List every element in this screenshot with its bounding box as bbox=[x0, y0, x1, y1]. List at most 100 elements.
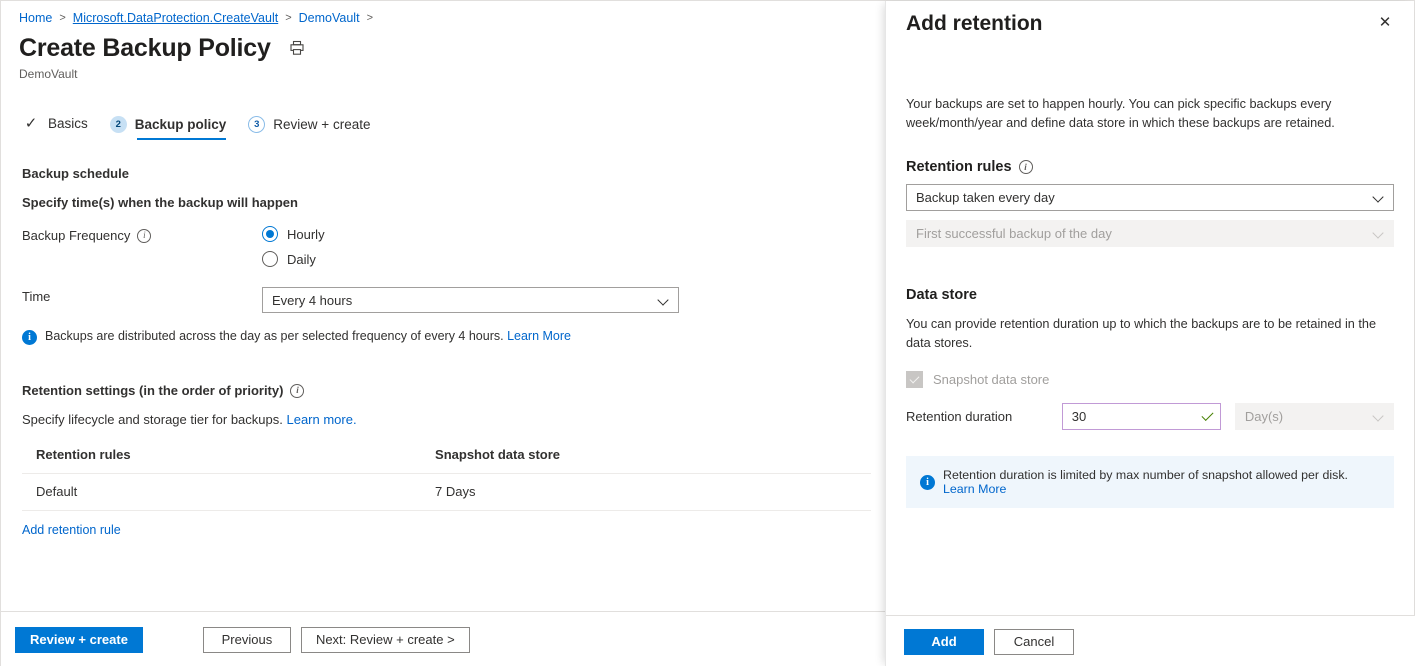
breadcrumb-separator: > bbox=[367, 12, 373, 24]
panel-title: Add retention bbox=[906, 9, 1043, 39]
retention-description-text: Specify lifecycle and storage tier for b… bbox=[22, 412, 283, 427]
page-title: Create Backup Policy bbox=[19, 33, 271, 63]
radio-hourly-label: Hourly bbox=[287, 227, 325, 242]
add-button[interactable]: Add bbox=[904, 629, 984, 655]
blade-footer: Review + create Previous Next: Review + … bbox=[1, 611, 886, 666]
check-icon: ✓ bbox=[21, 113, 41, 133]
retention-settings-heading-group: Retention settings (in the order of prio… bbox=[22, 383, 868, 398]
retention-duration-info-banner: i Retention duration is limited by max n… bbox=[906, 456, 1394, 508]
breadcrumb: Home > Microsoft.DataProtection.CreateVa… bbox=[1, 1, 886, 27]
create-backup-policy-blade: Home > Microsoft.DataProtection.CreateVa… bbox=[1, 1, 886, 666]
note-text: Backups are distributed across the day a… bbox=[45, 329, 504, 343]
info-icon[interactable]: i bbox=[1019, 160, 1033, 174]
breadcrumb-item-demovault[interactable]: DemoVault bbox=[299, 11, 360, 25]
panel-footer: Add Cancel bbox=[886, 615, 1415, 666]
snapshot-data-store-checkbox-row: Snapshot data store bbox=[906, 371, 1394, 388]
time-dropdown[interactable]: Every 4 hours bbox=[262, 287, 679, 313]
breadcrumb-item-home[interactable]: Home bbox=[19, 11, 52, 25]
cancel-button[interactable]: Cancel bbox=[994, 629, 1074, 655]
retention-duration-info-text: Retention duration is limited by max num… bbox=[943, 468, 1380, 496]
review-create-button[interactable]: Review + create bbox=[15, 627, 143, 653]
retention-rule-dropdown[interactable]: Backup taken every day bbox=[906, 184, 1394, 211]
breadcrumb-separator: > bbox=[285, 12, 291, 24]
chevron-down-icon bbox=[659, 295, 670, 306]
info-icon[interactable]: i bbox=[137, 229, 151, 243]
breadcrumb-item-create-vault[interactable]: Microsoft.DataProtection.CreateVault bbox=[73, 11, 278, 25]
radio-mark-icon bbox=[262, 226, 278, 242]
backup-frequency-field: Backup Frequency i Hourly Daily bbox=[19, 226, 868, 267]
tab-backup-policy[interactable]: 2 Backup policy bbox=[110, 116, 227, 140]
breadcrumb-separator: > bbox=[59, 12, 65, 24]
retention-duration-input[interactable] bbox=[1072, 409, 1192, 424]
retention-settings-description: Specify lifecycle and storage tier for b… bbox=[22, 412, 868, 427]
checkbox-checked-icon bbox=[906, 371, 923, 388]
tab-review-create-label: Review + create bbox=[273, 117, 370, 132]
print-icon[interactable] bbox=[289, 40, 305, 56]
data-store-heading: Data store bbox=[906, 287, 1394, 303]
table-header-row: Retention rules Snapshot data store bbox=[22, 443, 871, 474]
retention-duration-unit-value: Day(s) bbox=[1245, 409, 1283, 424]
chevron-down-icon bbox=[1374, 228, 1385, 239]
wizard-tabs: ✓ Basics 2 Backup policy 3 Review + crea… bbox=[1, 110, 886, 140]
info-icon: i bbox=[22, 330, 37, 345]
info-banner-text: Retention duration is limited by max num… bbox=[943, 468, 1348, 482]
retention-rule-dropdown-value: Backup taken every day bbox=[916, 190, 1055, 205]
chevron-down-icon bbox=[1374, 411, 1385, 422]
validation-success-icon bbox=[1201, 409, 1213, 421]
learn-more-link[interactable]: Learn more. bbox=[286, 412, 356, 427]
chevron-down-icon bbox=[1374, 192, 1385, 203]
retention-rules-heading: Retention rules bbox=[906, 159, 1012, 175]
backup-policy-form: Backup schedule Specify time(s) when the… bbox=[1, 166, 886, 537]
backup-frequency-radio-group: Hourly Daily bbox=[262, 226, 325, 267]
time-field: Time Every 4 hours bbox=[19, 287, 868, 313]
close-icon[interactable]: ✕ bbox=[1372, 9, 1398, 35]
step-number-badge: 2 bbox=[110, 116, 127, 133]
cell-rule-name: Default bbox=[22, 474, 421, 511]
retention-duration-unit-dropdown: Day(s) bbox=[1235, 403, 1394, 430]
column-header-snapshot-data-store: Snapshot data store bbox=[421, 443, 871, 474]
learn-more-link[interactable]: Learn More bbox=[943, 482, 1006, 496]
radio-hourly[interactable]: Hourly bbox=[262, 226, 325, 242]
panel-header: Add retention ✕ bbox=[886, 1, 1414, 39]
table-row[interactable]: Default 7 Days bbox=[22, 474, 871, 511]
time-label: Time bbox=[22, 287, 262, 304]
backup-schedule-instruction: Specify time(s) when the backup will hap… bbox=[22, 195, 868, 210]
backup-frequency-label: Backup Frequency bbox=[22, 228, 130, 243]
radio-mark-icon bbox=[262, 251, 278, 267]
retention-rule-detail-value: First successful backup of the day bbox=[916, 226, 1112, 241]
previous-button[interactable]: Previous bbox=[203, 627, 291, 653]
add-retention-panel: Add retention ✕ Your backups are set to … bbox=[885, 1, 1414, 666]
data-store-description: You can provide retention duration up to… bbox=[906, 315, 1394, 353]
retention-rules-table: Retention rules Snapshot data store Defa… bbox=[22, 443, 871, 511]
snapshot-data-store-label: Snapshot data store bbox=[933, 372, 1049, 387]
retention-duration-label: Retention duration bbox=[906, 409, 1062, 424]
panel-body: Your backups are set to happen hourly. Y… bbox=[886, 95, 1414, 508]
backup-distribution-note-text: Backups are distributed across the day a… bbox=[45, 329, 571, 343]
tab-basics[interactable]: ✓ Basics bbox=[21, 113, 88, 140]
tab-review-create[interactable]: 3 Review + create bbox=[248, 116, 370, 140]
retention-settings-heading: Retention settings (in the order of prio… bbox=[22, 383, 283, 398]
add-retention-rule-link[interactable]: Add retention rule bbox=[22, 523, 121, 537]
info-icon[interactable]: i bbox=[290, 384, 304, 398]
panel-description: Your backups are set to happen hourly. Y… bbox=[906, 95, 1394, 133]
radio-daily-label: Daily bbox=[287, 252, 316, 267]
tab-basics-label: Basics bbox=[48, 116, 88, 131]
retention-rules-heading-group: Retention rules i bbox=[906, 159, 1394, 175]
retention-duration-input-wrapper bbox=[1062, 403, 1221, 430]
tab-backup-policy-label: Backup policy bbox=[135, 117, 227, 132]
backup-distribution-note: i Backups are distributed across the day… bbox=[22, 329, 868, 345]
azure-portal-screen: Home > Microsoft.DataProtection.CreateVa… bbox=[0, 0, 1415, 666]
cell-snapshot-data-store: 7 Days bbox=[421, 474, 871, 511]
info-icon: i bbox=[920, 475, 935, 490]
page-subtitle: DemoVault bbox=[1, 67, 886, 81]
retention-duration-row: Retention duration Day(s) bbox=[906, 403, 1394, 430]
retention-rule-detail-dropdown: First successful backup of the day bbox=[906, 220, 1394, 247]
column-header-retention-rules: Retention rules bbox=[22, 443, 421, 474]
backup-schedule-heading: Backup schedule bbox=[22, 166, 868, 181]
learn-more-link[interactable]: Learn More bbox=[507, 329, 571, 343]
backup-frequency-label-group: Backup Frequency i bbox=[22, 226, 262, 243]
next-review-create-button[interactable]: Next: Review + create > bbox=[301, 627, 470, 653]
time-dropdown-value: Every 4 hours bbox=[272, 293, 352, 308]
radio-daily[interactable]: Daily bbox=[262, 251, 325, 267]
step-number-badge: 3 bbox=[248, 116, 265, 133]
